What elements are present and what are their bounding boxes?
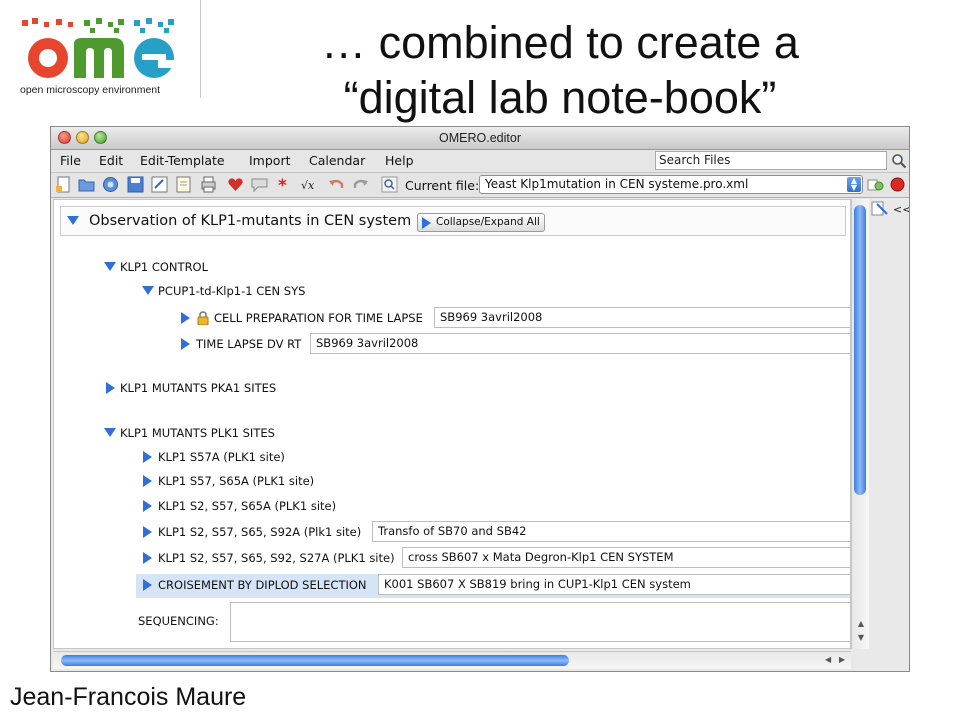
- root-step: Observation of KLP1-mutants in CEN syste…: [60, 206, 846, 236]
- slide-title-line-1: … combined to create a: [321, 17, 799, 68]
- collapsed-arrow-icon[interactable]: [106, 382, 115, 394]
- step-klp1-s57-s65a: KLP1 S57, S65A (PLK1 site): [158, 474, 315, 488]
- sequencing-textarea[interactable]: [230, 602, 850, 642]
- expanded-arrow-icon[interactable]: [67, 216, 79, 225]
- protocol-tree-panel: Observation of KLP1-mutants in CEN syste…: [53, 199, 851, 649]
- lock-icon: [197, 311, 209, 325]
- step-pcup1: PCUP1-td-Klp1-1 CEN SYS: [158, 284, 306, 298]
- s27a-field[interactable]: cross SB607 x Mata Degron-Klp1 CEN SYSTE…: [402, 547, 850, 568]
- author-name: Jean-Francois Maure: [10, 683, 247, 711]
- heart-icon[interactable]: [227, 176, 244, 193]
- refresh-file-icon[interactable]: [867, 176, 884, 193]
- menu-calendar[interactable]: Calendar: [309, 153, 365, 168]
- collapsed-arrow-icon[interactable]: [143, 451, 152, 463]
- toolbar: * √x Current file: Yeast Klp1mutation in…: [51, 173, 909, 198]
- window-titlebar[interactable]: OMERO.editor: [51, 127, 909, 150]
- menu-edit-template[interactable]: Edit-Template: [140, 153, 225, 168]
- croisement-field[interactable]: K001 SB607 X SB819 bring in CUP1-Klp1 CE…: [378, 574, 850, 595]
- current-file-value: Yeast Klp1mutation in CEN systeme.pro.xm…: [485, 177, 749, 191]
- tool-panel-icon[interactable]: [871, 201, 889, 217]
- step-time-lapse: TIME LAPSE DV RT: [196, 337, 302, 351]
- header-divider: [200, 0, 201, 98]
- expanded-arrow-icon[interactable]: [142, 286, 154, 295]
- collapsed-arrow-icon[interactable]: [181, 338, 190, 350]
- s92a-field[interactable]: Transfo of SB70 and SB42: [372, 521, 850, 542]
- step-klp1-pka1-sites: KLP1 MUTANTS PKA1 SITES: [120, 381, 277, 395]
- side-panel: <<: [869, 199, 909, 669]
- menu-edit[interactable]: Edit: [99, 153, 123, 168]
- slide-title-line-2: “digital lab note-book”: [343, 72, 777, 123]
- collapsed-arrow-icon[interactable]: [143, 500, 152, 512]
- collapse-expand-all-label: Collapse/Expand All: [436, 216, 540, 228]
- vertical-scroll-thumb[interactable]: [854, 205, 866, 495]
- scroll-left-icon[interactable]: ◀: [825, 655, 831, 664]
- collapse-expand-all-button[interactable]: Collapse/Expand All: [417, 213, 545, 232]
- vertical-scrollbar[interactable]: ▲ ▼: [851, 199, 869, 649]
- search-files-input[interactable]: Search Files: [655, 151, 887, 170]
- collapsed-arrow-icon[interactable]: [143, 552, 152, 564]
- ome-logo-mark: [22, 18, 174, 78]
- menu-help[interactable]: Help: [385, 153, 414, 168]
- open-server-icon[interactable]: [102, 176, 119, 193]
- redo-icon[interactable]: [352, 176, 369, 193]
- collapsed-arrow-icon[interactable]: [143, 526, 152, 538]
- step-klp1-s92a: KLP1 S2, S57, S65, S92A (Plk1 site): [158, 525, 362, 539]
- open-folder-icon[interactable]: [78, 176, 95, 193]
- panel-toggle-button[interactable]: <<: [893, 203, 909, 216]
- step-klp1-control: KLP1 CONTROL: [120, 260, 209, 274]
- step-croisement: CROISEMENT BY DIPLOD SELECTION: [158, 578, 367, 592]
- save-as-icon[interactable]: [151, 176, 168, 193]
- scroll-down-icon[interactable]: ▼: [855, 633, 867, 642]
- step-klp1-s57a: KLP1 S57A (PLK1 site): [158, 450, 285, 464]
- chevron-right-icon: [422, 217, 431, 229]
- new-file-icon[interactable]: [55, 176, 72, 193]
- menu-import[interactable]: Import: [249, 153, 291, 168]
- save-icon[interactable]: [127, 176, 144, 193]
- expanded-arrow-icon[interactable]: [104, 262, 116, 271]
- collapsed-arrow-icon[interactable]: [143, 475, 152, 487]
- required-star-icon[interactable]: *: [275, 176, 292, 193]
- comment-icon[interactable]: [251, 176, 268, 193]
- step-klp1-plk1-sites: KLP1 MUTANTS PLK1 SITES: [120, 426, 275, 440]
- horizontal-scroll-thumb[interactable]: [61, 655, 569, 666]
- search-icon[interactable]: [891, 153, 907, 169]
- collapsed-arrow-icon[interactable]: [181, 312, 190, 324]
- menu-file[interactable]: File: [60, 153, 81, 168]
- find-icon[interactable]: [381, 176, 398, 193]
- step-klp1-s27a: KLP1 S2, S57, S65, S92, S27A (PLK1 site): [158, 551, 395, 565]
- current-file-label: Current file:: [405, 178, 480, 193]
- edit-icon[interactable]: [175, 176, 192, 193]
- close-file-icon[interactable]: [889, 176, 906, 193]
- menu-bar: File Edit Edit-Template Import Calendar …: [51, 150, 909, 173]
- collapsed-arrow-icon[interactable]: [143, 579, 152, 591]
- ome-logo: open microscopy environment: [18, 18, 182, 96]
- print-icon[interactable]: [200, 176, 217, 193]
- logo-caption: open microscopy environment: [20, 84, 161, 96]
- undo-icon[interactable]: [328, 176, 345, 193]
- svg-text:√x: √x: [301, 179, 315, 192]
- sequencing-label: SEQUENCING:: [138, 614, 219, 628]
- cell-preparation-field[interactable]: SB969 3avril2008: [434, 307, 850, 328]
- step-klp1-s2-s57-s65a: KLP1 S2, S57, S65A (PLK1 site): [158, 499, 337, 513]
- scroll-up-icon[interactable]: ▲: [855, 619, 867, 628]
- omero-editor-window: OMERO.editor File Edit Edit-Template Imp…: [50, 126, 910, 672]
- current-file-select[interactable]: Yeast Klp1mutation in CEN systeme.pro.xm…: [479, 175, 863, 194]
- expanded-arrow-icon[interactable]: [104, 428, 116, 437]
- horizontal-scrollbar[interactable]: ◀ ▶: [53, 651, 851, 669]
- window-title: OMERO.editor: [439, 131, 521, 145]
- time-lapse-field[interactable]: SB969 3avril2008: [310, 333, 850, 354]
- slide-title: … combined to create a “digital lab note…: [250, 15, 870, 125]
- formula-icon[interactable]: √x: [301, 176, 318, 193]
- root-step-label: Observation of KLP1-mutants in CEN syste…: [89, 213, 412, 229]
- svg-text:*: *: [278, 176, 287, 193]
- step-cell-preparation: CELL PREPARATION FOR TIME LAPSE: [214, 311, 423, 325]
- scroll-right-icon[interactable]: ▶: [839, 655, 845, 664]
- select-arrows-icon[interactable]: ▲ ▼: [847, 177, 861, 192]
